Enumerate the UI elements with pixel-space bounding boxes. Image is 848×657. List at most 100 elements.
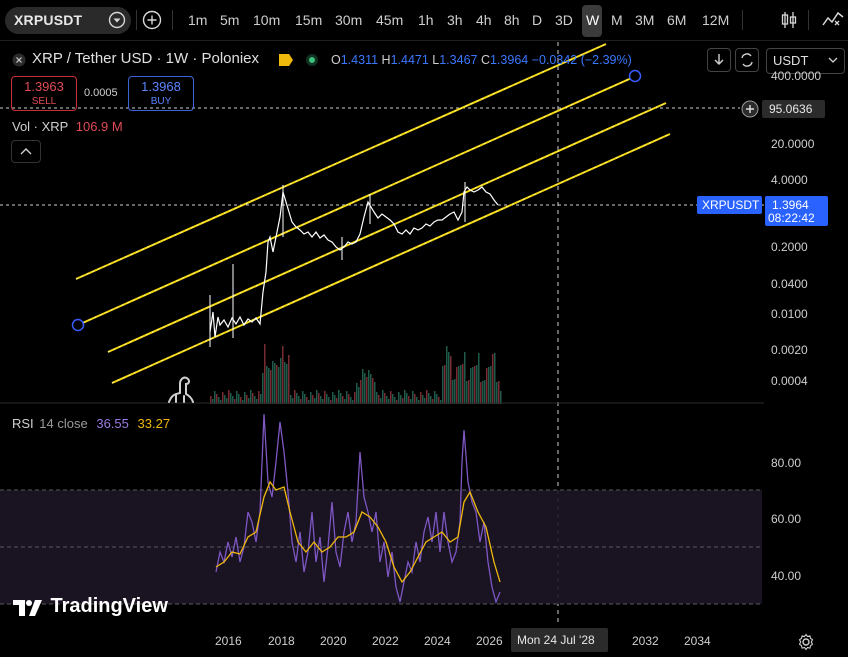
volume-bar (324, 391, 326, 404)
timeframe-4h[interactable]: 4h (476, 12, 492, 28)
volume-bar (494, 353, 496, 404)
change-value: −0.0342 (−2.39%) (531, 53, 632, 67)
timeframe-30m[interactable]: 30m (335, 12, 362, 28)
tradingview-logo: TradingView (12, 595, 168, 618)
buy-button[interactable]: 1.3968 BUY (128, 76, 194, 111)
volume-bar (274, 363, 276, 404)
timeframe-w[interactable]: W (586, 12, 599, 28)
timeframe-3h[interactable]: 3h (447, 12, 463, 28)
crosshair-date-value: Mon 24 Jul '28 (517, 633, 595, 647)
price-series (209, 186, 499, 338)
remove-symbol-icon[interactable] (12, 53, 26, 72)
ohlc-values: O1.4311 H1.4471 L1.3467 C1.3964 −0.0342 … (331, 53, 632, 67)
volume-bar (464, 352, 466, 404)
time-tick-label: 2024 (424, 634, 451, 648)
volume-histogram (210, 344, 502, 404)
volume-bar (442, 366, 444, 404)
volume-bar (294, 390, 296, 404)
timeframe-45m[interactable]: 45m (376, 12, 403, 28)
timeframe-1h[interactable]: 1h (418, 12, 434, 28)
currency-value: USDT (773, 53, 809, 68)
volume-bar (450, 356, 452, 404)
settings-icon[interactable] (797, 633, 815, 656)
volume-bar (316, 390, 318, 404)
candles-chart-type-icon[interactable] (779, 10, 799, 35)
channel-anchor-handle-right[interactable] (628, 69, 642, 83)
volume-bar (318, 393, 320, 404)
close-value: 1.3964 (489, 53, 529, 67)
time-tick-label: 2016 (215, 634, 242, 648)
volume-bar (262, 373, 264, 404)
data-problem-icon[interactable] (278, 53, 294, 72)
tradingview-logo-icon (13, 599, 42, 616)
symbol-options-icon[interactable] (108, 11, 126, 34)
timeframe-15m[interactable]: 15m (295, 12, 322, 28)
volume-bar (368, 370, 370, 404)
volume-bar (250, 390, 252, 404)
price-tick-label: 0.2000 (771, 240, 808, 254)
price-tick-label: 20.0000 (771, 137, 815, 151)
volume-bar (444, 365, 446, 404)
volume-bar (384, 393, 386, 404)
volume-bar (446, 346, 448, 404)
rsi-value: 36.55 (96, 416, 129, 431)
add-alert-icon[interactable] (741, 100, 759, 123)
channel-anchor-handle-left[interactable] (71, 318, 85, 332)
chart-canvas[interactable] (0, 42, 848, 657)
collapse-legend-button[interactable] (11, 140, 41, 163)
volume-bar (278, 367, 280, 404)
volume-bar (474, 366, 476, 404)
open-label: O (331, 53, 341, 67)
volume-bar (302, 391, 304, 404)
volume-bar (354, 392, 356, 404)
timeframe-3m[interactable]: 3M (635, 12, 654, 28)
timeframe-1m[interactable]: 1m (188, 12, 207, 28)
volume-bar (404, 390, 406, 404)
symbol-name[interactable]: XRPUSDT (14, 12, 82, 28)
rsi-legend: RSI 14 close 36.55 33.27 (12, 416, 170, 431)
buy-price: 1.3968 (141, 79, 181, 94)
volume-bar (472, 367, 474, 404)
sell-button[interactable]: 1.3963 SELL (11, 76, 77, 111)
timeframe-3d[interactable]: 3D (555, 12, 573, 28)
volume-bar (284, 362, 286, 404)
rsi-name: RSI (12, 416, 34, 431)
price-tick-label: 0.0020 (771, 343, 808, 357)
volume-bar (280, 358, 282, 404)
rsi-tick-label: 40.00 (771, 569, 802, 583)
volume-bar (434, 391, 436, 404)
sell-label: SELL (31, 96, 57, 107)
timeframe-d[interactable]: D (532, 12, 542, 28)
volume-bar (288, 355, 290, 404)
volume-bar (236, 391, 238, 404)
top-toolbar: XRPUSDT 1m 5m 10m 15m 30m 45m 1h 3h 4h 8… (0, 0, 848, 41)
time-tick-label: 2022 (372, 634, 399, 648)
indicators-icon[interactable] (822, 9, 844, 34)
volume-bar (452, 380, 454, 404)
market-status-icon[interactable] (305, 53, 321, 72)
volume-bar (458, 366, 460, 404)
volume-bar (412, 391, 414, 404)
timeframe-m[interactable]: M (611, 12, 623, 28)
volume-bar (228, 390, 230, 404)
time-tick-label: 2018 (268, 634, 295, 648)
timeframe-12m[interactable]: 12M (702, 12, 729, 28)
auto-scale-button[interactable] (735, 48, 759, 72)
chevron-down-icon (827, 53, 839, 72)
volume-bar (230, 393, 232, 404)
volume-bar (310, 392, 312, 404)
timeframe-6m[interactable]: 6M (667, 12, 686, 28)
timeframe-5m[interactable]: 5m (220, 12, 239, 28)
volume-bar (490, 366, 492, 404)
timeframe-8h[interactable]: 8h (504, 12, 520, 28)
timeframe-10m[interactable]: 10m (253, 12, 280, 28)
scale-arrow-button[interactable] (707, 48, 731, 72)
high-value: 1.4471 (390, 53, 429, 67)
dinosaur-icon (166, 372, 196, 409)
low-value: 1.3467 (439, 53, 478, 67)
volume-bar (374, 382, 376, 404)
time-tick-label: 2020 (320, 634, 347, 648)
add-symbol-icon[interactable] (142, 10, 162, 35)
volume-bar (466, 381, 468, 404)
volume-bar (272, 361, 274, 404)
